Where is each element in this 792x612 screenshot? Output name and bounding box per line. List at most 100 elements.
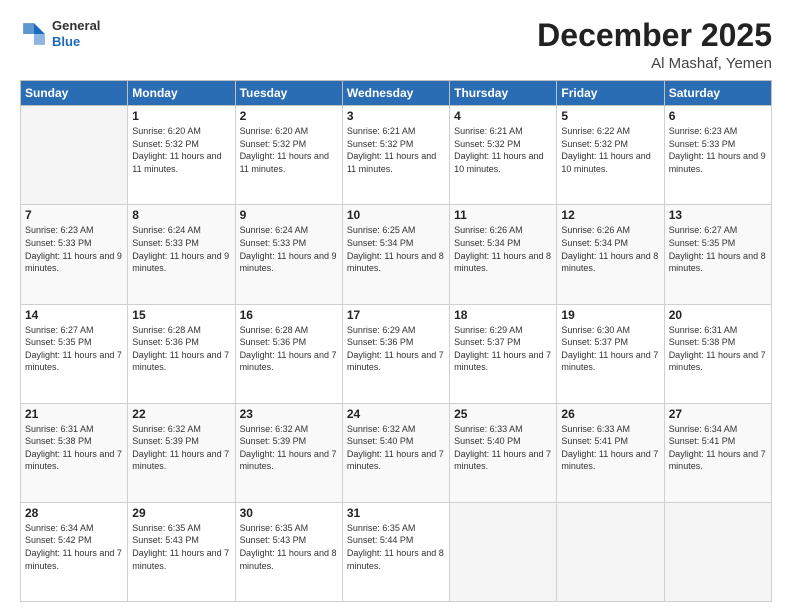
table-row: 10Sunrise: 6:25 AMSunset: 5:34 PMDayligh… [342, 205, 449, 304]
week-row-4: 21Sunrise: 6:31 AMSunset: 5:38 PMDayligh… [21, 403, 772, 502]
day-info: Sunrise: 6:20 AMSunset: 5:32 PMDaylight:… [240, 125, 338, 175]
day-info: Sunrise: 6:22 AMSunset: 5:32 PMDaylight:… [561, 125, 659, 175]
table-row: 21Sunrise: 6:31 AMSunset: 5:38 PMDayligh… [21, 403, 128, 502]
day-number: 10 [347, 208, 445, 222]
day-info: Sunrise: 6:32 AMSunset: 5:40 PMDaylight:… [347, 423, 445, 473]
day-number: 12 [561, 208, 659, 222]
table-row: 18 Sunrise: 6:29 AMSunset: 5:37 PMDayligh… [450, 304, 557, 403]
day-number: 28 [25, 506, 123, 520]
logo: General Blue [20, 18, 100, 49]
table-row: 13 Sunrise: 6:27 AMSunset: 5:35 PMDayligh… [664, 205, 771, 304]
table-row [21, 106, 128, 205]
day-number: 24 [347, 407, 445, 421]
day-info: Sunrise: 6:24 AMSunset: 5:33 PMDaylight:… [240, 224, 338, 274]
table-row: 19Sunrise: 6:30 AMSunset: 5:37 PMDayligh… [557, 304, 664, 403]
day-number: 15 [132, 308, 230, 322]
day-info: Sunrise: 6:33 AMSunset: 5:40 PMDaylight:… [454, 423, 552, 473]
day-number: 26 [561, 407, 659, 421]
header-monday: Monday [128, 81, 235, 106]
day-info: Sunrise: 6:23 AMSunset: 5:33 PMDaylight:… [669, 125, 767, 175]
day-number: 3 [347, 109, 445, 123]
header-thursday: Thursday [450, 81, 557, 106]
table-row: 3 Sunrise: 6:21 AMSunset: 5:32 PMDaylight… [342, 106, 449, 205]
header: General Blue December 2025 Al Mashaf, Ye… [20, 18, 772, 72]
day-info: Sunrise: 6:35 AMSunset: 5:43 PMDaylight:… [132, 522, 230, 572]
week-row-2: 7 Sunrise: 6:23 AMSunset: 5:33 PMDaylight… [21, 205, 772, 304]
day-number: 20 [669, 308, 767, 322]
table-row: 8Sunrise: 6:24 AMSunset: 5:33 PMDaylight… [128, 205, 235, 304]
table-row: 25 Sunrise: 6:33 AMSunset: 5:40 PMDayligh… [450, 403, 557, 502]
table-row: 7 Sunrise: 6:23 AMSunset: 5:33 PMDaylight… [21, 205, 128, 304]
day-info: Sunrise: 6:30 AMSunset: 5:37 PMDaylight:… [561, 324, 659, 374]
week-row-3: 14Sunrise: 6:27 AMSunset: 5:35 PMDayligh… [21, 304, 772, 403]
month-title: December 2025 [537, 18, 772, 53]
day-number: 8 [132, 208, 230, 222]
table-row: 15 Sunrise: 6:28 AMSunset: 5:36 PMDayligh… [128, 304, 235, 403]
day-number: 13 [669, 208, 767, 222]
table-row: 4Sunrise: 6:21 AMSunset: 5:32 PMDaylight… [450, 106, 557, 205]
day-number: 1 [132, 109, 230, 123]
title-block: December 2025 Al Mashaf, Yemen [537, 18, 772, 72]
table-row [557, 502, 664, 601]
table-row: 22 Sunrise: 6:32 AMSunset: 5:39 PMDayligh… [128, 403, 235, 502]
day-number: 23 [240, 407, 338, 421]
header-wednesday: Wednesday [342, 81, 449, 106]
table-row: 24 Sunrise: 6:32 AMSunset: 5:40 PMDayligh… [342, 403, 449, 502]
header-tuesday: Tuesday [235, 81, 342, 106]
day-info: Sunrise: 6:20 AMSunset: 5:32 PMDaylight:… [132, 125, 230, 175]
day-info: Sunrise: 6:28 AMSunset: 5:36 PMDaylight:… [132, 324, 230, 374]
day-number: 18 [454, 308, 552, 322]
day-number: 21 [25, 407, 123, 421]
table-row: 17Sunrise: 6:29 AMSunset: 5:36 PMDayligh… [342, 304, 449, 403]
day-number: 7 [25, 208, 123, 222]
day-info: Sunrise: 6:21 AMSunset: 5:32 PMDaylight:… [347, 125, 445, 175]
page: General Blue December 2025 Al Mashaf, Ye… [0, 0, 792, 612]
day-number: 9 [240, 208, 338, 222]
logo-icon [20, 20, 48, 48]
table-row: 20Sunrise: 6:31 AMSunset: 5:38 PMDayligh… [664, 304, 771, 403]
table-row: 6 Sunrise: 6:23 AMSunset: 5:33 PMDaylight… [664, 106, 771, 205]
location-title: Al Mashaf, Yemen [537, 55, 772, 72]
calendar-table: Sunday Monday Tuesday Wednesday Thursday… [20, 80, 772, 602]
table-row: 28 Sunrise: 6:34 AMSunset: 5:42 PMDayligh… [21, 502, 128, 601]
table-row: 5 Sunrise: 6:22 AMSunset: 5:32 PMDaylight… [557, 106, 664, 205]
table-row: 14Sunrise: 6:27 AMSunset: 5:35 PMDayligh… [21, 304, 128, 403]
logo-general: General [52, 18, 100, 34]
table-row [450, 502, 557, 601]
day-info: Sunrise: 6:33 AMSunset: 5:41 PMDaylight:… [561, 423, 659, 473]
table-row: 1 Sunrise: 6:20 AMSunset: 5:32 PMDaylight… [128, 106, 235, 205]
day-info: Sunrise: 6:32 AMSunset: 5:39 PMDaylight:… [132, 423, 230, 473]
day-info: Sunrise: 6:35 AMSunset: 5:43 PMDaylight:… [240, 522, 338, 572]
day-info: Sunrise: 6:23 AMSunset: 5:33 PMDaylight:… [25, 224, 123, 274]
table-row: 31Sunrise: 6:35 AMSunset: 5:44 PMDayligh… [342, 502, 449, 601]
day-number: 29 [132, 506, 230, 520]
header-sunday: Sunday [21, 81, 128, 106]
day-number: 2 [240, 109, 338, 123]
table-row: 23 Sunrise: 6:32 AMSunset: 5:39 PMDayligh… [235, 403, 342, 502]
day-number: 31 [347, 506, 445, 520]
day-info: Sunrise: 6:27 AMSunset: 5:35 PMDaylight:… [25, 324, 123, 374]
day-info: Sunrise: 6:26 AMSunset: 5:34 PMDaylight:… [454, 224, 552, 274]
day-number: 22 [132, 407, 230, 421]
header-saturday: Saturday [664, 81, 771, 106]
day-info: Sunrise: 6:27 AMSunset: 5:35 PMDaylight:… [669, 224, 767, 274]
day-info: Sunrise: 6:29 AMSunset: 5:37 PMDaylight:… [454, 324, 552, 374]
table-row: 30 Sunrise: 6:35 AMSunset: 5:43 PMDayligh… [235, 502, 342, 601]
day-info: Sunrise: 6:34 AMSunset: 5:42 PMDaylight:… [25, 522, 123, 572]
table-row: 27Sunrise: 6:34 AMSunset: 5:41 PMDayligh… [664, 403, 771, 502]
day-number: 5 [561, 109, 659, 123]
day-info: Sunrise: 6:26 AMSunset: 5:34 PMDaylight:… [561, 224, 659, 274]
table-row [664, 502, 771, 601]
table-row: 29 Sunrise: 6:35 AMSunset: 5:43 PMDayligh… [128, 502, 235, 601]
day-number: 30 [240, 506, 338, 520]
table-row: 12 Sunrise: 6:26 AMSunset: 5:34 PMDayligh… [557, 205, 664, 304]
day-number: 11 [454, 208, 552, 222]
day-number: 6 [669, 109, 767, 123]
day-number: 25 [454, 407, 552, 421]
week-row-5: 28 Sunrise: 6:34 AMSunset: 5:42 PMDayligh… [21, 502, 772, 601]
day-info: Sunrise: 6:29 AMSunset: 5:36 PMDaylight:… [347, 324, 445, 374]
header-friday: Friday [557, 81, 664, 106]
table-row: 2 Sunrise: 6:20 AMSunset: 5:32 PMDaylight… [235, 106, 342, 205]
logo-text: General Blue [52, 18, 100, 49]
day-info: Sunrise: 6:32 AMSunset: 5:39 PMDaylight:… [240, 423, 338, 473]
